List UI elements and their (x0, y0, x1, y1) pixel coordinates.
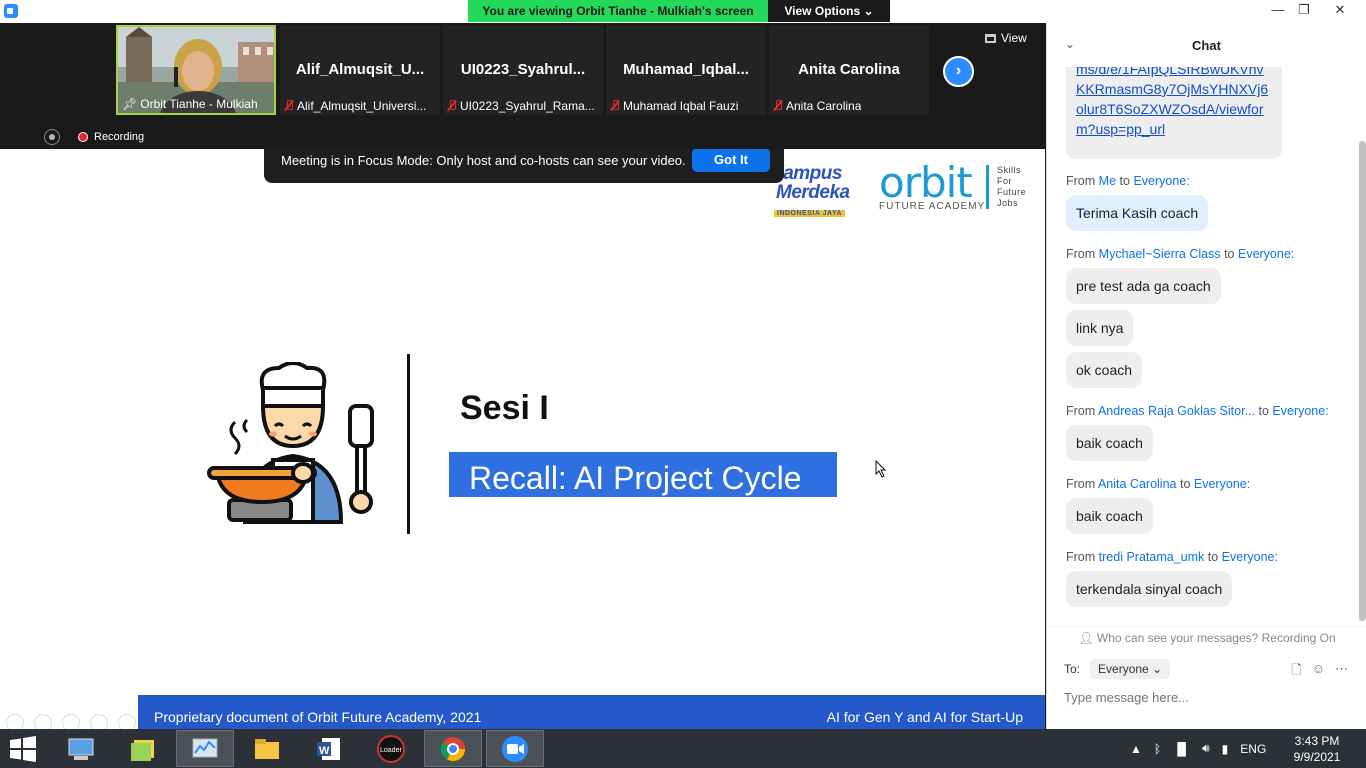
who-can-see-link[interactable]: 👤︎ Who can see your messages? Recording … (1047, 626, 1366, 646)
focus-mode-message: Meeting is in Focus Mode: Only host and … (281, 153, 686, 168)
clock[interactable]: 3:43 PM 9/9/2021 (1292, 733, 1342, 765)
got-it-button[interactable]: Got It (692, 149, 770, 172)
emoji-icon[interactable]: ☺ (1312, 661, 1325, 683)
message-header: From Mychael~Sierra Class to Everyone: (1066, 247, 1295, 261)
zoom-icon[interactable] (486, 730, 544, 767)
participant-label: Muhamad Iqbal Fauzi (610, 99, 738, 113)
recording-indicator[interactable]: Recording (44, 129, 144, 145)
language-indicator[interactable]: ENG (1240, 742, 1266, 756)
word-icon[interactable]: W (300, 730, 358, 767)
message-header: From Me to Everyone: (1066, 174, 1190, 188)
video-strip: 📌︎ Orbit Tianhe - Mulkiah Alif_Almuqsit_U… (0, 23, 1045, 149)
chat-bubble: pre test ada ga coach (1066, 268, 1221, 304)
chat-bubble: baik coach (1066, 498, 1153, 534)
participant-tile[interactable]: Muhamad_Iqbal... Muhamad Iqbal Fauzi (606, 25, 766, 115)
restore-button[interactable]: ❐ (1288, 0, 1320, 22)
skills-tagline: Skills For Future Jobs (986, 165, 1026, 209)
view-button[interactable]: View (985, 31, 1027, 45)
chevron-right-icon: › (955, 62, 962, 79)
computer-app-icon[interactable] (52, 730, 110, 767)
shared-screen: Kampus Merdeka INDONESIA JAYA orbit FUTU… (0, 149, 1045, 735)
battery-icon[interactable]: ▮ (1222, 742, 1229, 756)
chat-messages: ms/d/e/1FAIpQLSfRBwUKVnvKKRmasmG8y7OjMsY… (1047, 67, 1366, 623)
participant-label: Alif_Almuqsit_Universi... (284, 99, 426, 113)
zoom-app-icon (4, 4, 18, 18)
chat-bubble: link nya (1066, 310, 1134, 346)
slide-title: Sesi I (460, 389, 549, 427)
svg-text:W: W (319, 745, 330, 757)
slide-divider (407, 354, 410, 534)
chef-illustration (205, 361, 380, 532)
network-icon[interactable]: ▐▌ (1173, 742, 1190, 756)
participant-name: Muhamad_Iqbal... (623, 61, 749, 78)
recording-dot-icon (78, 132, 88, 142)
focus-mode-toast: Meeting is in Focus Mode: Only host and … (264, 149, 784, 183)
file-explorer-icon[interactable] (238, 730, 296, 767)
chat-header: ⌄ Chat (1047, 23, 1366, 67)
participant-label: 📌︎ Orbit Tianhe - Mulkiah (122, 97, 258, 111)
chat-panel: ⌄ Chat ms/d/e/1FAIpQLSfRBwUKVnvKKRmasmG8… (1046, 23, 1366, 729)
mic-muted-icon (284, 100, 294, 112)
chrome-icon[interactable] (424, 730, 482, 767)
record-toggle-icon[interactable] (44, 129, 60, 145)
chat-message-input[interactable] (1064, 690, 1344, 705)
chat-bubble: ok coach (1066, 352, 1143, 388)
person-icon: 👤︎ (1078, 631, 1094, 645)
participant-tile[interactable]: Alif_Almuqsit_U... Alif_Almuqsit_Univers… (280, 25, 440, 115)
task-manager-icon[interactable] (176, 730, 234, 767)
chat-title: Chat (1192, 38, 1221, 53)
loader-app-icon[interactable]: Loader (362, 730, 420, 767)
chat-tools: 🗋︎ ☺ ⋯ (1291, 661, 1348, 683)
chevron-down-icon: ⌄ (863, 4, 874, 18)
message-header: From Anita Carolina to Everyone: (1066, 477, 1251, 491)
participant-name: Anita Carolina (798, 61, 900, 78)
pin-icon: 📌︎ (122, 97, 138, 111)
participant-tile[interactable]: UI0223_Syahrul... UI0223_Syahrul_Rama... (443, 25, 603, 115)
mic-muted-icon (773, 100, 783, 112)
mic-muted-icon (610, 100, 620, 112)
participant-label: Anita Carolina (773, 99, 861, 113)
system-tray: ▲ ᛒ ▐▌ 🔊︎ ▮ ENG (1130, 729, 1266, 768)
mic-muted-icon (447, 100, 457, 112)
svg-text:Loader: Loader (380, 747, 402, 754)
volume-icon[interactable]: 🔊︎ (1202, 741, 1210, 756)
message-header: From Andreas Raja Goklas Sitor... to Eve… (1066, 404, 1329, 418)
chat-bubble: baik coach (1066, 425, 1153, 461)
orbit-logo: orbit FUTURE ACADEMY (879, 158, 986, 213)
participant-name: UI0223_Syahrul... (460, 61, 586, 78)
close-button[interactable]: ✕ (1324, 0, 1356, 22)
recipient-select[interactable]: Everyone ⌄ (1090, 659, 1171, 679)
participant-name: Alif_Almuqsit_U... (295, 61, 425, 78)
next-page-button[interactable]: › (943, 56, 974, 87)
show-hidden-icons[interactable]: ▲ (1130, 742, 1142, 756)
file-icon[interactable]: 🗋︎ (1291, 661, 1301, 683)
recipient-row: To: Everyone ⌄ (1064, 659, 1171, 679)
viewing-banner: You are viewing Orbit Tianhe - Mulkiah's… (468, 0, 768, 22)
more-icon[interactable]: ⋯ (1335, 661, 1348, 683)
windows-start-icon[interactable] (8, 735, 38, 763)
footer-right-text: AI for Gen Y and AI for Start-Up (826, 709, 1023, 725)
chat-bubble: terkendala sinyal coach (1066, 571, 1233, 607)
footer-left-text: Proprietary document of Orbit Future Aca… (154, 709, 482, 725)
mouse-cursor-icon (875, 459, 887, 483)
view-options-button[interactable]: View Options ⌄ (768, 0, 890, 22)
slide-subtitle: Recall: AI Project Cycle (449, 452, 837, 497)
chevron-down-icon: ⌄ (1152, 662, 1163, 676)
scrollbar-thumb[interactable] (1359, 141, 1366, 621)
participant-tile[interactable]: Anita Carolina Anita Carolina (769, 25, 929, 115)
chat-bubble: Terima Kasih coach (1066, 195, 1209, 231)
chat-link[interactable]: ms/d/e/1FAIpQLSfRBwUKVnvKKRmasmG8y7OjMsY… (1066, 67, 1282, 159)
gallery-view-icon (985, 33, 996, 43)
sticky-notes-icon[interactable] (114, 730, 172, 767)
message-header: From tredi Pratama_umk to Everyone: (1066, 550, 1278, 564)
taskbar: W Loader ▲ ᛒ ▐▌ 🔊︎ ▮ ENG 3:43 PM 9/9/202… (0, 729, 1366, 768)
chat-scrollbar[interactable] (1357, 67, 1366, 623)
participant-tile-active[interactable]: 📌︎ Orbit Tianhe - Mulkiah (116, 25, 276, 115)
title-bar: You are viewing Orbit Tianhe - Mulkiah's… (0, 0, 1366, 23)
participant-label: UI0223_Syahrul_Rama... (447, 99, 595, 113)
bluetooth-icon[interactable]: ᛒ (1154, 742, 1161, 756)
